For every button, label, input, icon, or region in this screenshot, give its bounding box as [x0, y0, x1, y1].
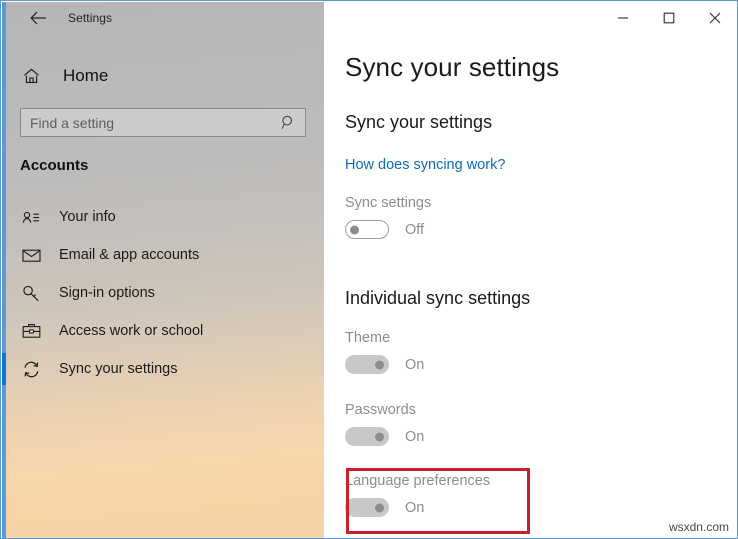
- selection-indicator: [2, 353, 6, 385]
- passwords-sync-block: Passwords On: [345, 402, 424, 446]
- sidebar-nav: Your info Email & app accounts Sign-in o…: [2, 198, 324, 388]
- sidebar: Settings Home Find a setting Accounts Yo…: [2, 2, 324, 538]
- briefcase-icon: [20, 323, 42, 339]
- sidebar-section-title: Accounts: [20, 157, 89, 174]
- search-placeholder: Find a setting: [30, 114, 115, 131]
- section-heading-individual-sync-settings: Individual sync settings: [345, 288, 531, 308]
- maximize-icon[interactable]: [646, 2, 692, 33]
- sidebar-item-label: Your info: [59, 209, 116, 225]
- theme-toggle[interactable]: [345, 355, 389, 374]
- theme-label: Theme: [345, 330, 391, 346]
- sync-settings-toggle-row: Off: [345, 220, 431, 239]
- passwords-label: Passwords: [345, 402, 416, 418]
- search-input[interactable]: Find a setting: [20, 108, 306, 137]
- theme-toggle-row: On: [345, 355, 424, 374]
- close-icon[interactable]: [692, 2, 737, 33]
- language-preferences-toggle-row: On: [345, 498, 490, 517]
- how-does-syncing-work-link[interactable]: How does syncing work?: [345, 157, 505, 173]
- sync-refresh-icon: [20, 361, 42, 378]
- search-icon[interactable]: [281, 115, 296, 130]
- toggle-knob: [375, 503, 384, 512]
- sync-settings-block: Sync settings Off: [345, 195, 431, 239]
- sidebar-item-label: Sign-in options: [59, 285, 155, 301]
- language-preferences-state: On: [405, 499, 425, 516]
- sidebar-item-sync-your-settings[interactable]: Sync your settings: [2, 350, 324, 388]
- page-title: Sync your settings: [345, 52, 560, 82]
- selection-indicator: [2, 201, 6, 233]
- sidebar-item-label: Email & app accounts: [59, 247, 200, 263]
- settings-window: Settings Home Find a setting Accounts Yo…: [0, 0, 738, 539]
- home-label: Home: [63, 66, 109, 85]
- sidebar-item-home[interactable]: Home: [2, 59, 324, 93]
- section-heading-sync-your-settings: Sync your settings: [345, 112, 493, 132]
- language-preferences-toggle[interactable]: [345, 498, 389, 517]
- person-card-icon: [20, 210, 42, 225]
- toggle-knob: [375, 360, 384, 369]
- sidebar-titlebar: Settings: [2, 2, 324, 34]
- home-icon: [21, 68, 41, 84]
- envelope-icon: [20, 248, 42, 262]
- sidebar-item-label: Sync your settings: [59, 361, 178, 377]
- toggle-knob: [375, 432, 384, 441]
- language-preferences-label: Language preferences: [345, 473, 491, 489]
- minimize-icon[interactable]: [600, 2, 646, 33]
- main-content: Sync your settings Sync your settings Ho…: [324, 2, 737, 538]
- passwords-toggle[interactable]: [345, 427, 389, 446]
- theme-state: On: [405, 356, 425, 373]
- sync-settings-label: Sync settings: [345, 195, 432, 211]
- theme-sync-block: Theme On: [345, 330, 424, 374]
- selection-indicator: [2, 315, 6, 347]
- sync-settings-state: Off: [405, 221, 425, 238]
- app-title: Settings: [68, 11, 113, 25]
- sync-settings-toggle[interactable]: [345, 220, 389, 239]
- back-arrow-icon[interactable]: [21, 2, 55, 34]
- passwords-state: On: [405, 428, 425, 445]
- sidebar-item-sign-in-options[interactable]: Sign-in options: [2, 274, 324, 312]
- toggle-knob: [350, 225, 359, 234]
- window-controls: [600, 2, 737, 33]
- sidebar-item-email-app-accounts[interactable]: Email & app accounts: [2, 236, 324, 274]
- sidebar-item-access-work-or-school[interactable]: Access work or school: [2, 312, 324, 350]
- sidebar-item-your-info[interactable]: Your info: [2, 198, 324, 236]
- selection-indicator: [2, 277, 6, 309]
- sidebar-item-label: Access work or school: [59, 323, 204, 339]
- passwords-toggle-row: On: [345, 427, 424, 446]
- key-icon: [20, 285, 42, 302]
- selection-indicator: [2, 239, 6, 271]
- watermark: wsxdn.com: [668, 520, 729, 534]
- language-preferences-sync-block: Language preferences On: [345, 473, 490, 517]
